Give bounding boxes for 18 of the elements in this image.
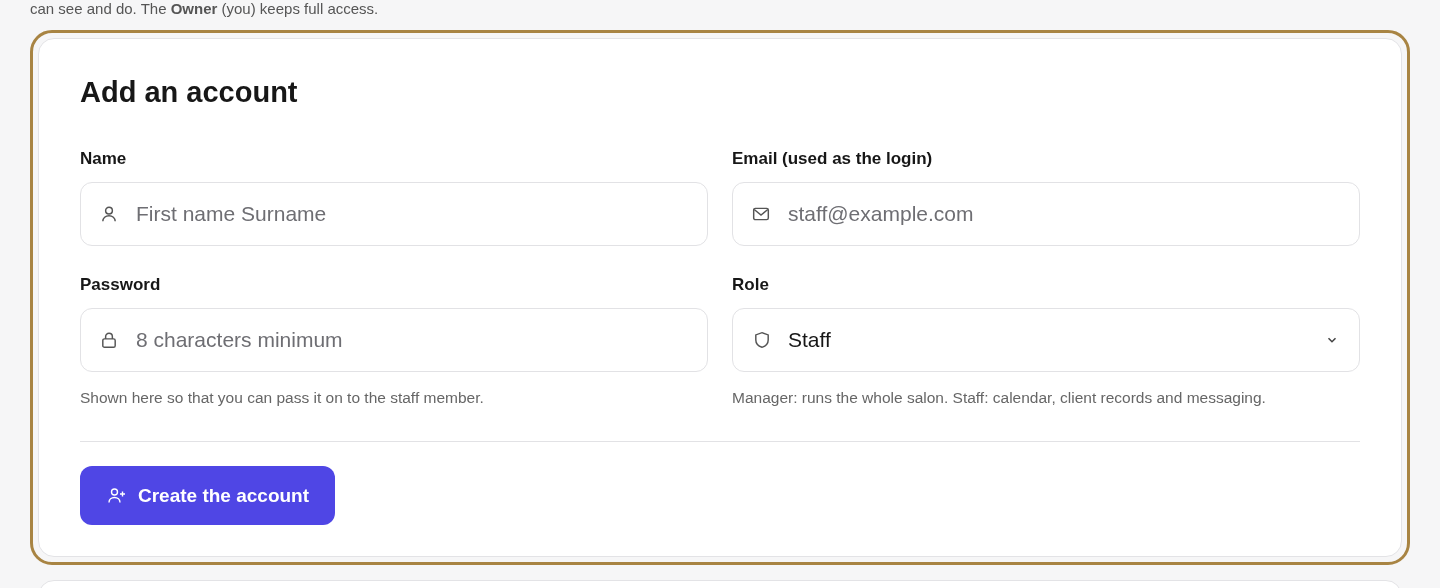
email-input[interactable]: staff@example.com xyxy=(732,182,1360,246)
password-input[interactable]: 8 characters minimum xyxy=(80,308,708,372)
help-text: Shown here so that you can pass it on to the staff member. xyxy=(80,389,484,407)
person-icon xyxy=(100,205,118,223)
envelope-icon xyxy=(752,205,770,223)
form-title: Add an account xyxy=(80,75,299,109)
lock-icon xyxy=(100,331,118,349)
name-input[interactable]: First name Surname xyxy=(80,182,708,246)
field-label: Role xyxy=(732,275,769,295)
field-label: Password xyxy=(80,275,161,295)
add-user-icon xyxy=(108,487,126,504)
field-label: Name xyxy=(80,149,127,169)
create-account-button[interactable]: Create the account xyxy=(80,466,336,525)
intro-text: can see and do. The Owner (you) keeps full access. xyxy=(30,0,380,18)
role-select[interactable]: Staff xyxy=(732,308,1360,372)
field-label: Email (used as the login) xyxy=(732,149,933,169)
shield-icon xyxy=(753,331,771,349)
help-text: Manager: runs the whole salon. Staff: calendar, client records and messaging. xyxy=(732,389,1266,407)
